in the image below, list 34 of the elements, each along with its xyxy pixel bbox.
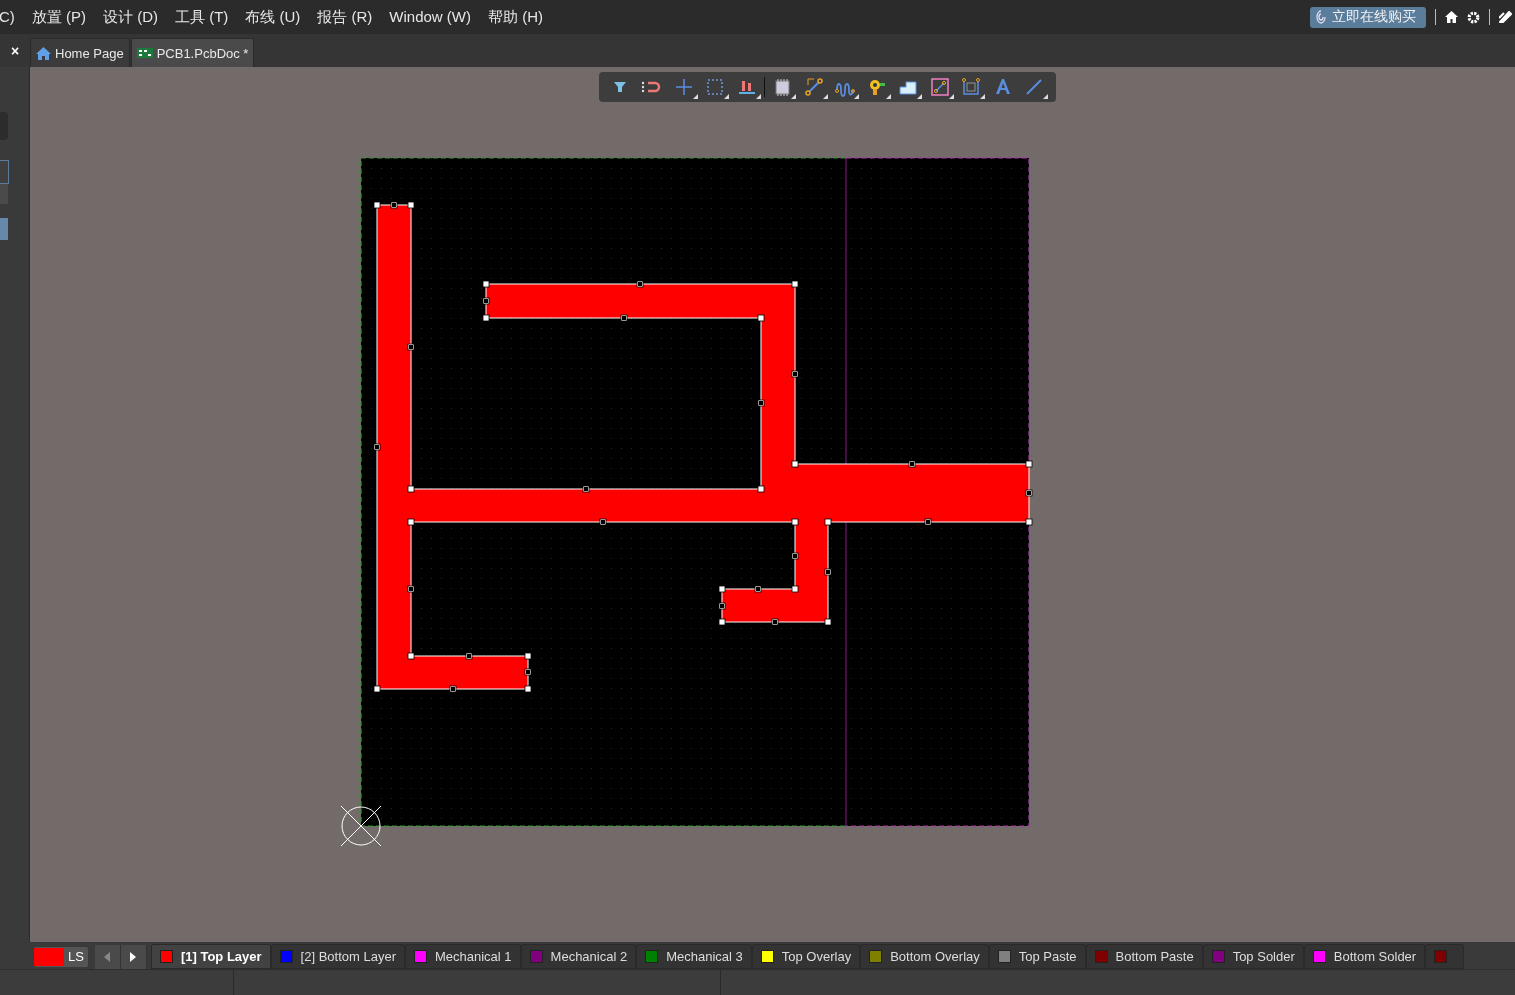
panel-tab[interactable] (0, 160, 9, 184)
document-tab[interactable]: PCB1.PcbDoc * (130, 38, 255, 67)
home-icon[interactable] (1445, 11, 1458, 23)
layer-tab[interactable]: Mechanical 3 (636, 944, 752, 969)
menu-item[interactable]: 设计 (D) (103, 7, 158, 27)
home-icon (36, 45, 51, 61)
layer-tab[interactable]: Bottom Overlay (860, 944, 989, 969)
left-arrow-icon[interactable] (104, 951, 111, 962)
layer-tab[interactable]: Top Paste (988, 944, 1086, 969)
menu-item[interactable]: 布线 (U) (245, 7, 301, 27)
menu-item[interactable]: 放置 (P) (31, 7, 86, 27)
menu-item[interactable]: 帮助 (H) (488, 7, 543, 27)
layer-tab[interactable]: Top Solder (1202, 944, 1304, 969)
close-panel-button[interactable]: × (0, 34, 30, 67)
menu-item[interactable]: Window (W) (389, 7, 471, 27)
layer-tab[interactable]: Mechanical 1 (404, 944, 521, 969)
pen-icon[interactable] (1499, 11, 1512, 23)
layer-tab[interactable]: [2] Bottom Layer (270, 944, 405, 969)
settings-icon[interactable] (1467, 10, 1480, 24)
circuit-board-icon (136, 47, 153, 59)
origin-marker-icon (340, 805, 382, 847)
buy-online-button[interactable]: 立即在线购买 (1310, 6, 1426, 28)
spiral-icon (1316, 10, 1326, 24)
layer-tab[interactable]: Bottom Solder (1303, 944, 1426, 969)
layer-tab[interactable]: Top Overlay (751, 944, 861, 969)
document-tab[interactable]: Home Page (30, 38, 130, 67)
right-arrow-icon[interactable] (130, 951, 137, 962)
layer-set-button[interactable]: LS (34, 946, 88, 967)
layer-tab[interactable]: [1] Top Layer (150, 944, 271, 969)
layer-tab[interactable]: Bottom Paste (1085, 944, 1203, 969)
menu-item[interactable]: C) (0, 7, 15, 27)
menu-item[interactable]: 工具 (T) (175, 7, 229, 27)
layer-tab[interactable]: Mechanical 2 (520, 944, 637, 969)
menu-item[interactable]: 报告 (R) (317, 7, 373, 27)
